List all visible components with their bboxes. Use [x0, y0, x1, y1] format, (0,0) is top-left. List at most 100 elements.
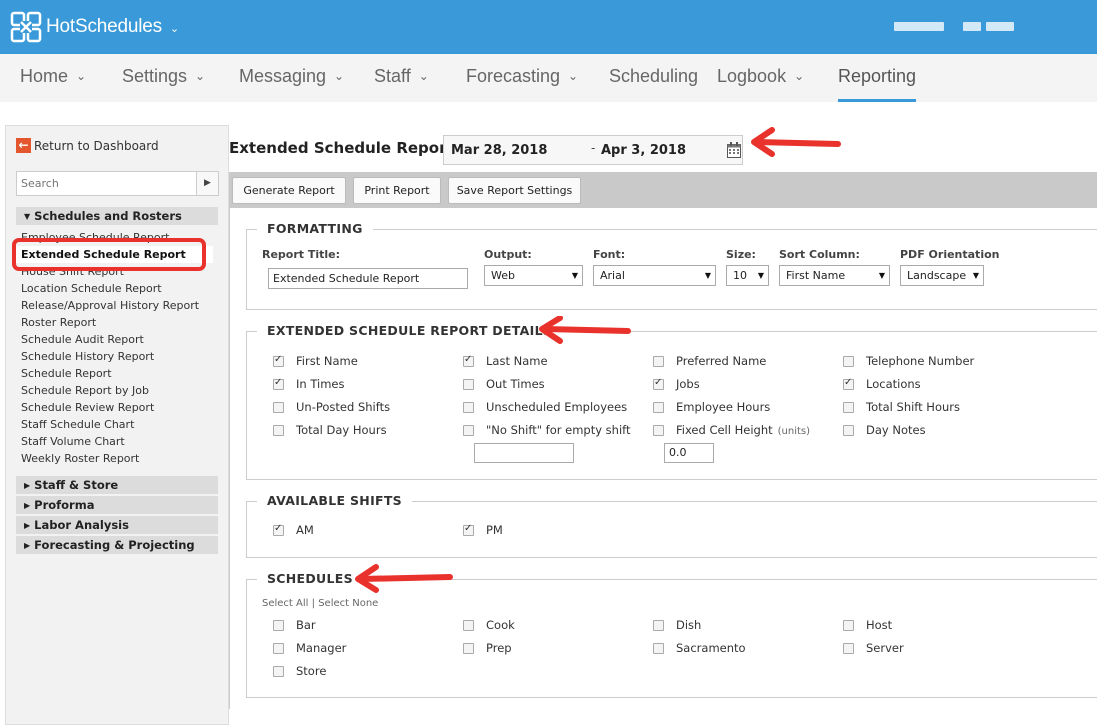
- report-title-input[interactable]: Extended Schedule Report: [268, 268, 468, 289]
- checkbox-schedule-server[interactable]: [843, 643, 854, 654]
- triangle-right-icon: ▶: [24, 481, 31, 490]
- report-title-label: Report Title:: [262, 248, 341, 261]
- nav-staff[interactable]: Staff ⌄: [374, 54, 429, 102]
- checkbox-unscheduled-employees[interactable]: [463, 402, 474, 413]
- print-report-button[interactable]: Print Report: [353, 177, 441, 204]
- checkbox-total-day-hours[interactable]: [273, 425, 284, 436]
- shift-am-label: AM: [296, 523, 314, 537]
- nav-messaging[interactable]: Messaging ⌄: [239, 54, 344, 102]
- nav-reporting[interactable]: Reporting: [838, 54, 917, 102]
- report-location-schedule[interactable]: Location Schedule Report: [21, 280, 221, 297]
- checkbox-total-shift-hours[interactable]: [843, 402, 854, 413]
- end-date[interactable]: Apr 3, 2018: [601, 143, 686, 158]
- location-name-redacted[interactable]: [963, 22, 981, 31]
- top-bar: HotSchedules ⌄: [0, 0, 1097, 54]
- no-shift-text-input[interactable]: [474, 443, 574, 463]
- checkbox-in-times[interactable]: [273, 377, 284, 390]
- save-report-settings-button[interactable]: Save Report Settings: [448, 177, 581, 204]
- report-staff-volume-chart[interactable]: Staff Volume Chart: [21, 433, 221, 450]
- size-select[interactable]: 10 ▼: [726, 265, 769, 286]
- no-shift-empty-label: "No Shift" for empty shift: [486, 423, 631, 437]
- units-label: (units): [777, 426, 811, 437]
- select-none-link[interactable]: Select None: [318, 598, 378, 609]
- font-select[interactable]: Arial ▼: [593, 265, 716, 286]
- app-switcher[interactable]: HotSchedules ⌄: [10, 11, 179, 43]
- checkbox-out-times[interactable]: [463, 379, 474, 390]
- sort-column-select[interactable]: First Name ▼: [779, 265, 890, 286]
- day-notes-label: Day Notes: [866, 423, 926, 437]
- checkbox-schedule-store[interactable]: [273, 666, 284, 677]
- report-sidebar: ← Return to Dashboard ▶ ▼Schedules and R…: [5, 125, 229, 725]
- nav-home[interactable]: Home ⌄: [20, 54, 86, 102]
- user-name-redacted[interactable]: [894, 22, 944, 31]
- checkbox-shift-am[interactable]: [273, 523, 284, 536]
- schedule-cook-label: Cook: [486, 618, 515, 632]
- checkbox-last-name[interactable]: [463, 354, 474, 367]
- first-name-label: First Name: [296, 354, 358, 368]
- select-all-link[interactable]: Select All: [262, 598, 308, 609]
- checkbox-schedule-sacramento[interactable]: [653, 643, 664, 654]
- group-forecasting-and-projecting[interactable]: ▶ Forecasting & Projecting: [16, 536, 218, 554]
- cell-height-input[interactable]: 0.0: [664, 443, 714, 463]
- hotschedules-logo-icon: [10, 11, 42, 43]
- dropdown-arrow-icon: ▼: [757, 271, 764, 280]
- start-date[interactable]: Mar 28, 2018: [451, 143, 547, 158]
- checkbox-locations[interactable]: [843, 377, 854, 390]
- group-labor-analysis[interactable]: ▶ Labor Analysis: [16, 516, 218, 534]
- checkbox-employee-hours[interactable]: [653, 402, 664, 413]
- checkbox-schedule-cook[interactable]: [463, 620, 474, 631]
- checkbox-schedule-manager[interactable]: [273, 643, 284, 654]
- dropdown-arrow-icon: ▼: [878, 271, 885, 280]
- location-name-redacted-2[interactable]: [986, 22, 1014, 31]
- output-select[interactable]: Web ▼: [484, 265, 583, 286]
- report-schedule-review[interactable]: Schedule Review Report: [21, 399, 221, 416]
- checkbox-no-shift-empty[interactable]: [463, 425, 474, 436]
- nav-scheduling[interactable]: Scheduling: [609, 54, 698, 102]
- highlight-box-annotation: [12, 238, 206, 271]
- unscheduled-employees-label: Unscheduled Employees: [486, 400, 628, 414]
- report-schedule[interactable]: Schedule Report: [21, 365, 221, 382]
- play-right-icon[interactable]: ▶: [196, 172, 218, 195]
- checkbox-jobs[interactable]: [653, 377, 664, 390]
- report-staff-schedule-chart[interactable]: Staff Schedule Chart: [21, 416, 221, 433]
- arrow-left-icon: ←: [16, 138, 31, 153]
- calendar-icon[interactable]: [727, 142, 741, 158]
- return-to-dashboard-link[interactable]: ← Return to Dashboard: [16, 138, 159, 153]
- schedule-prep-label: Prep: [486, 641, 512, 655]
- locations-label: Locations: [866, 377, 921, 391]
- checkbox-schedule-dish[interactable]: [653, 620, 664, 631]
- pdf-orientation-select[interactable]: Landscape ▼: [900, 265, 984, 286]
- checkbox-preferred-name[interactable]: [653, 356, 664, 367]
- in-times-label: In Times: [296, 377, 345, 391]
- generate-report-button[interactable]: Generate Report: [232, 177, 346, 204]
- group-proforma[interactable]: ▶ Proforma: [16, 496, 218, 514]
- red-arrow-annotation-date: [751, 127, 841, 157]
- checkbox-unposted-shifts[interactable]: [273, 402, 284, 413]
- report-schedule-audit[interactable]: Schedule Audit Report: [21, 331, 221, 348]
- group-staff-and-store[interactable]: ▶ Staff & Store: [16, 476, 218, 494]
- schedules-section: SCHEDULES: [246, 571, 1097, 698]
- checkbox-telephone-number[interactable]: [843, 356, 854, 367]
- dropdown-arrow-icon: ▼: [571, 271, 578, 280]
- checkbox-schedule-host[interactable]: [843, 620, 854, 631]
- report-roster[interactable]: Roster Report: [21, 314, 221, 331]
- checkbox-fixed-cell-height[interactable]: [653, 425, 664, 436]
- report-schedule-by-job[interactable]: Schedule Report by Job: [21, 382, 221, 399]
- report-weekly-roster[interactable]: Weekly Roster Report: [21, 450, 221, 467]
- group-schedules-and-rosters[interactable]: ▼ Schedules and Rosters: [16, 207, 218, 225]
- chevron-down-icon: ⌄: [76, 69, 87, 83]
- nav-settings[interactable]: Settings ⌄: [122, 54, 205, 102]
- checkbox-shift-pm[interactable]: [463, 523, 474, 536]
- report-release-approval-history[interactable]: Release/Approval History Report: [21, 297, 221, 314]
- date-range-picker[interactable]: Mar 28, 2018 - Apr 3, 2018: [443, 135, 743, 165]
- checkbox-schedule-prep[interactable]: [463, 643, 474, 654]
- nav-logbook[interactable]: Logbook ⌄: [717, 54, 804, 102]
- checkbox-day-notes[interactable]: [843, 425, 854, 436]
- schedule-host-label: Host: [866, 618, 893, 632]
- schedule-server-label: Server: [866, 641, 904, 655]
- checkbox-schedule-bar[interactable]: [273, 620, 284, 631]
- search-input[interactable]: [17, 172, 195, 195]
- nav-forecasting[interactable]: Forecasting ⌄: [466, 54, 578, 102]
- report-schedule-history[interactable]: Schedule History Report: [21, 348, 221, 365]
- checkbox-first-name[interactable]: [273, 354, 284, 367]
